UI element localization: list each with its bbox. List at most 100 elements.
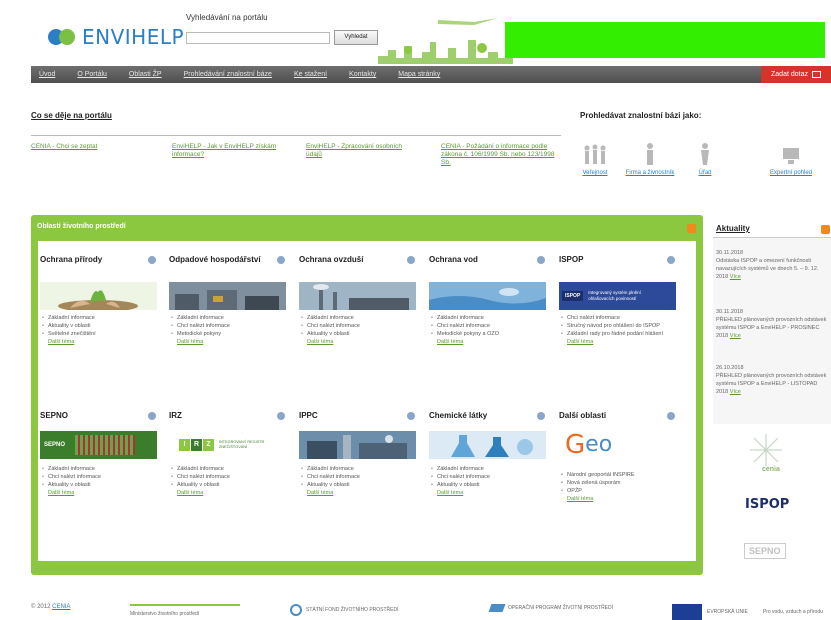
- card-link[interactable]: Národní geoportál INSPIRE: [561, 471, 679, 479]
- card-link[interactable]: Základní informace: [301, 465, 419, 473]
- card-link[interactable]: Chci nalézt informace: [431, 473, 549, 481]
- more-topics-link[interactable]: Další téma: [171, 338, 289, 346]
- nav-item-downloads[interactable]: Ke stažení: [294, 71, 327, 78]
- card-link[interactable]: Aktuality v oblasti: [301, 481, 419, 489]
- more-topics-link[interactable]: Další téma: [42, 338, 160, 346]
- kb-company[interactable]: Firma a živnostník: [620, 142, 680, 176]
- info-icon[interactable]: [277, 256, 285, 264]
- ispop-banner-text: Integrovaný systém plnění ohlašovacích p…: [588, 290, 641, 301]
- more-topics-link[interactable]: Další téma: [561, 495, 679, 503]
- card-link[interactable]: Aktuality v oblasti: [42, 322, 160, 330]
- sepno-logo[interactable]: SEPNO: [744, 543, 786, 559]
- info-icon[interactable]: [407, 412, 415, 420]
- nav-item-areas[interactable]: Oblasti ŽP: [129, 71, 162, 78]
- ippc-image: [299, 431, 416, 459]
- card-title[interactable]: Další oblasti: [559, 411, 679, 420]
- sfzp-logo[interactable]: STÁTNÍ FOND ŽIVOTNÍHO PROSTŘEDÍ: [290, 604, 399, 616]
- card-link[interactable]: Světelné znečištění: [42, 330, 160, 338]
- card-title[interactable]: Ochrana ovzduší: [299, 255, 419, 264]
- cenia-logo[interactable]: cenia: [748, 432, 784, 473]
- kb-office[interactable]: Úřad: [675, 142, 735, 176]
- card-link[interactable]: Základní informace: [42, 314, 160, 322]
- card-link[interactable]: Metodické pokyny a OZO: [431, 330, 549, 338]
- card-link[interactable]: Aktuality v oblasti: [431, 481, 549, 489]
- portal-link[interactable]: EnviHELP - Zpracování osobních údajů: [306, 143, 406, 159]
- more-topics-link[interactable]: Další téma: [431, 338, 549, 346]
- kb-expert[interactable]: Expertní pohled: [761, 142, 821, 176]
- more-topics-link[interactable]: Další téma: [301, 338, 419, 346]
- card-title[interactable]: Chemické látky: [429, 411, 549, 420]
- mzp-logo[interactable]: Ministerstvo životního prostředí: [130, 604, 240, 617]
- eu-flag-icon: [672, 604, 702, 620]
- card-title[interactable]: Ochrana přírody: [40, 255, 160, 264]
- card-title[interactable]: IPPC: [299, 411, 419, 420]
- cenia-footer-link[interactable]: CENIA: [52, 604, 70, 610]
- info-icon[interactable]: [537, 412, 545, 420]
- kb-label: Expertní pohled: [769, 170, 813, 176]
- info-icon[interactable]: [148, 256, 156, 264]
- card-link[interactable]: Základní informace: [431, 465, 549, 473]
- more-topics-link[interactable]: Další téma: [171, 489, 289, 497]
- news-more-link[interactable]: Více: [730, 274, 741, 280]
- portal-link[interactable]: CENIA - Požádání o informace podle zákon…: [441, 143, 561, 167]
- more-topics-link[interactable]: Další téma: [561, 338, 679, 346]
- card-link[interactable]: Aktuality v oblasti: [171, 481, 289, 489]
- info-icon[interactable]: [407, 256, 415, 264]
- more-topics-link[interactable]: Další téma: [301, 489, 419, 497]
- card-link[interactable]: Chci nalézt informace: [171, 322, 289, 330]
- card-link[interactable]: Chci nalézt informace: [431, 322, 549, 330]
- news-more-link[interactable]: Více: [730, 333, 741, 339]
- nav-item-about[interactable]: O Portálu: [77, 71, 107, 78]
- info-icon[interactable]: [537, 256, 545, 264]
- info-icon[interactable]: [667, 412, 675, 420]
- nav-item-knowledge-base[interactable]: Prohledávání znalostní báze: [184, 71, 272, 78]
- nav-item-home[interactable]: Úvod: [39, 71, 55, 78]
- news-title[interactable]: Aktuality: [716, 224, 750, 233]
- ask-question-button[interactable]: Zadat dotaz: [761, 66, 831, 83]
- news-more-link[interactable]: Více: [730, 389, 741, 395]
- nav-item-contacts[interactable]: Kontakty: [349, 71, 376, 78]
- irz-logo-icon: I R Z: [179, 439, 214, 451]
- card-link[interactable]: Základní informace: [171, 465, 289, 473]
- search-input[interactable]: [186, 32, 330, 44]
- search-button[interactable]: Vyhledat: [334, 30, 378, 45]
- card-link[interactable]: Nová zelená úsporám: [561, 479, 679, 487]
- info-icon[interactable]: [667, 256, 675, 264]
- card-link[interactable]: Základní informace: [431, 314, 549, 322]
- info-icon[interactable]: [148, 412, 156, 420]
- card-title[interactable]: SEPNO: [40, 411, 160, 420]
- card-link[interactable]: Základní informace: [42, 465, 160, 473]
- card-link[interactable]: OPŽP: [561, 487, 679, 495]
- ispop-logo[interactable]: ISPOP: [745, 497, 789, 512]
- card-link[interactable]: Základní informace: [301, 314, 419, 322]
- card-title[interactable]: Ochrana vod: [429, 255, 549, 264]
- more-topics-link[interactable]: Další téma: [431, 489, 549, 497]
- card-link[interactable]: Chci nalézt informace: [42, 473, 160, 481]
- card-title[interactable]: Odpadové hospodářství: [169, 255, 289, 264]
- waste-image: [169, 282, 286, 310]
- card-link[interactable]: Chci nalézt informace: [301, 322, 419, 330]
- kb-public[interactable]: Veřejnost: [565, 142, 625, 176]
- nav-item-sitemap[interactable]: Mapa stránky: [398, 71, 440, 78]
- card-link[interactable]: Základní informace: [171, 314, 289, 322]
- card-title[interactable]: IRZ: [169, 411, 289, 420]
- portal-link[interactable]: EnviHELP - Jak v EnviHELP získám informa…: [172, 143, 282, 159]
- card-link[interactable]: Aktuality v oblasti: [42, 481, 160, 489]
- rss-icon[interactable]: [821, 225, 830, 234]
- card-link[interactable]: Základní rady pro řádné podání hlášení: [561, 330, 679, 338]
- portal-link[interactable]: CENIA - Chci se zeptat: [31, 143, 141, 151]
- card-link[interactable]: Metodické pokyny: [171, 330, 289, 338]
- card-link[interactable]: Aktuality v oblasti: [301, 330, 419, 338]
- rss-icon[interactable]: [687, 224, 696, 233]
- opzp-logo[interactable]: OPERAČNÍ PROGRAM ŽIVOTNÍ PROSTŘEDÍ: [488, 604, 613, 612]
- logo-icon: [48, 27, 78, 47]
- more-topics-link[interactable]: Další téma: [42, 489, 160, 497]
- card-link[interactable]: Chci nalézt informace: [301, 473, 419, 481]
- eu-logo[interactable]: EVROPSKÁ UNIE Pro vodu, vzduch a přírodu: [672, 604, 823, 620]
- card-title[interactable]: ISPOP: [559, 255, 679, 264]
- card-link[interactable]: Chci nalézt informace: [171, 473, 289, 481]
- card-link[interactable]: Chci nalézt informace: [561, 314, 679, 322]
- envihelp-logo[interactable]: ENVIHELP: [48, 25, 184, 49]
- card-link[interactable]: Stručný návod pro ohlášení do ISPOP: [561, 322, 679, 330]
- info-icon[interactable]: [277, 412, 285, 420]
